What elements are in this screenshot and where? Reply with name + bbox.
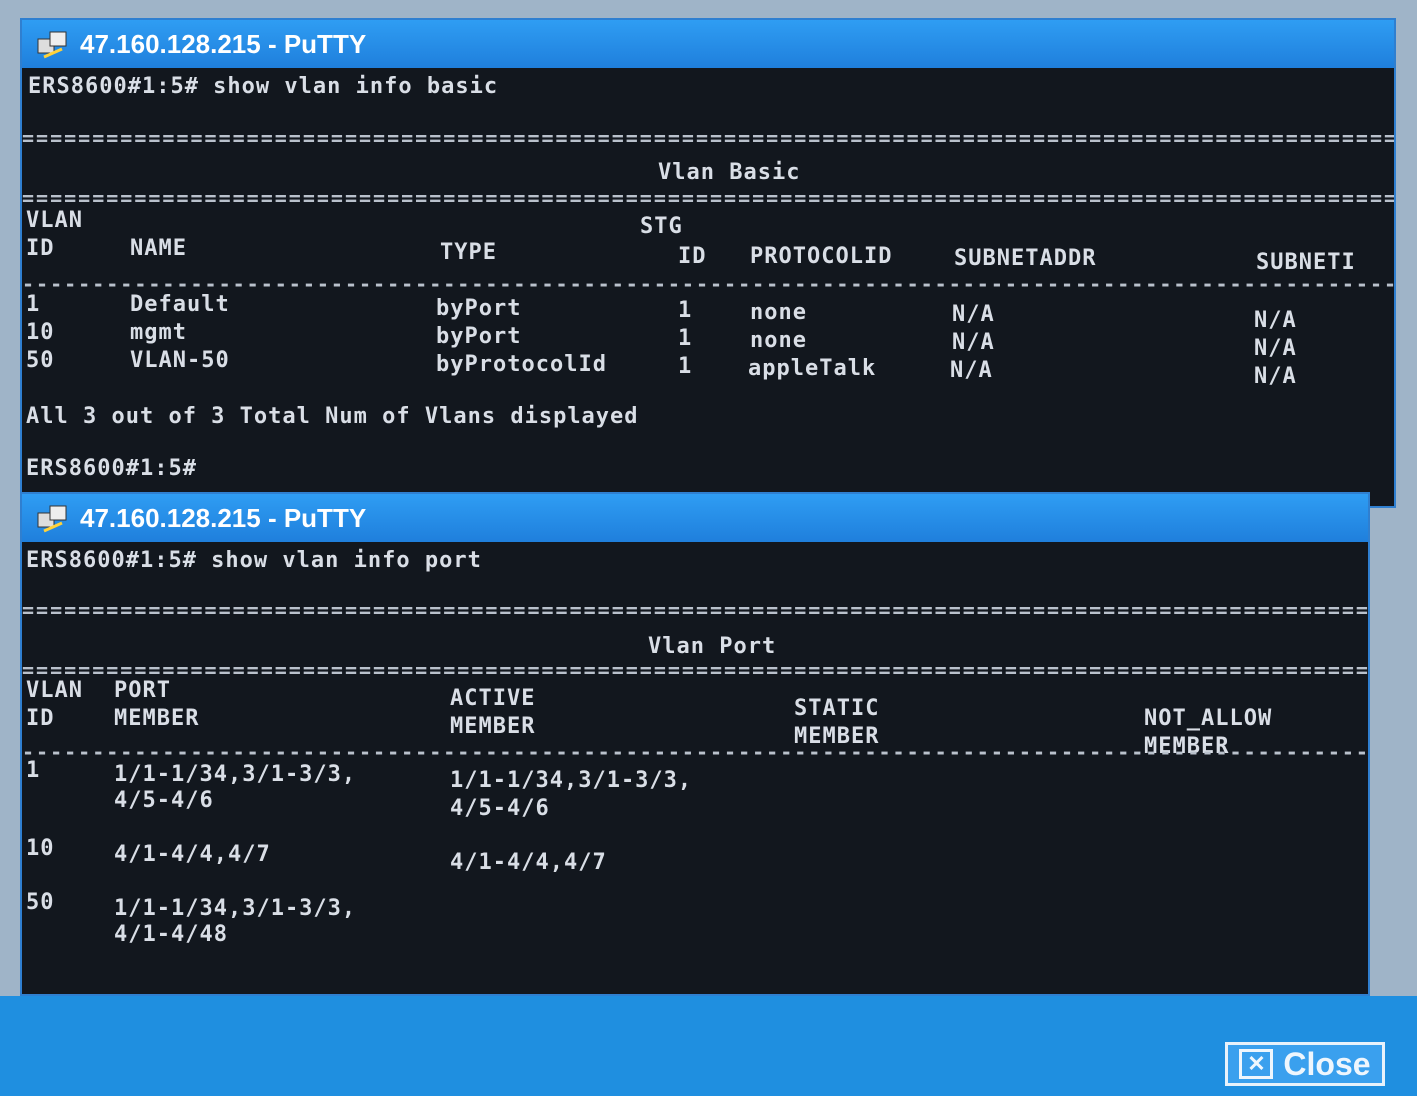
vlan-type: byPort [436, 324, 522, 349]
active-member: 1/1-1/34,3/1-3/3, [450, 768, 693, 793]
port-member: 1/1-1/34,3/1-3/3, [114, 762, 357, 787]
vlan-id: 50 [26, 348, 55, 373]
putty-window-port[interactable]: 47.160.128.215 - PuTTY ERS8600#1:5# show… [20, 492, 1370, 996]
col-stg-id: ID [678, 244, 707, 269]
separator: ========================================… [22, 126, 1394, 150]
vlan-mask: N/A [1254, 308, 1297, 333]
col-id: ID [26, 236, 55, 261]
vlan-type: byPort [436, 296, 522, 321]
summary-line: All 3 out of 3 Total Num of Vlans displa… [26, 404, 639, 429]
section-title: Vlan Basic [658, 160, 801, 185]
vlan-type: byProtocolId [436, 352, 607, 377]
section-title: Vlan Port [648, 634, 777, 659]
port-member: 4/1-4/4,4/7 [114, 842, 271, 867]
vlan-protocol: appleTalk [748, 356, 877, 381]
prompt-line: ERS8600#1:5# [26, 456, 197, 481]
window-title: 47.160.128.215 - PuTTY [80, 28, 367, 59]
vlan-subnet: N/A [952, 330, 995, 355]
command-line: ERS8600#1:5# show vlan info port [26, 548, 482, 573]
close-button[interactable]: ✕ Close [1225, 1042, 1385, 1086]
col-port-member: MEMBER [114, 706, 200, 731]
vlan-id: 1 [26, 292, 41, 317]
col-protocolid: PROTOCOLID [750, 244, 893, 269]
vlan-id: 10 [26, 320, 55, 345]
vlan-subnet: N/A [952, 302, 995, 327]
separator: ========================================… [22, 186, 1394, 210]
putty-icon [36, 503, 70, 533]
port-member: 1/1-1/34,3/1-3/3, [114, 896, 357, 921]
col-static: STATIC [794, 696, 880, 721]
separator: ----------------------------------------… [22, 740, 1368, 764]
vlan-stg: 1 [678, 298, 693, 323]
active-member: 4/5-4/6 [450, 796, 550, 821]
port-member: 4/1-4/48 [114, 922, 228, 947]
col-vlan: VLAN [26, 208, 83, 233]
dialog-footer: ✕ Close [0, 996, 1417, 1096]
vlan-name: VLAN-50 [130, 348, 230, 373]
col-vlan: VLAN [26, 678, 83, 703]
vlan-subnet: N/A [950, 358, 993, 383]
col-stg: STG [640, 214, 683, 239]
vlan-protocol: none [750, 328, 807, 353]
vlan-protocol: none [750, 300, 807, 325]
vlan-id: 50 [26, 890, 55, 915]
vlan-name: Default [130, 292, 230, 317]
vlan-mask: N/A [1254, 364, 1297, 389]
port-member: 4/5-4/6 [114, 788, 214, 813]
terminal-area[interactable]: ERS8600#1:5# show vlan info basic ======… [22, 68, 1394, 506]
col-port: PORT [114, 678, 171, 703]
separator: ========================================… [22, 598, 1368, 622]
close-icon: ✕ [1239, 1049, 1274, 1079]
title-bar[interactable]: 47.160.128.215 - PuTTY [22, 494, 1368, 542]
title-bar[interactable]: 47.160.128.215 - PuTTY [22, 20, 1394, 68]
close-button-label: Close [1283, 1045, 1371, 1082]
separator: ========================================… [22, 658, 1368, 682]
vlan-id: 10 [26, 836, 55, 861]
vlan-id: 1 [26, 758, 41, 783]
col-subnetaddr: SUBNETADDR [954, 246, 1097, 271]
vlan-mask: N/A [1254, 336, 1297, 361]
col-notallow: NOT_ALLOW [1144, 706, 1273, 731]
putty-icon [36, 29, 70, 59]
col-id: ID [26, 706, 55, 731]
col-type: TYPE [440, 240, 497, 265]
active-member: 4/1-4/4,4/7 [450, 850, 607, 875]
terminal-area[interactable]: ERS8600#1:5# show vlan info port =======… [22, 542, 1368, 994]
col-active: ACTIVE [450, 686, 536, 711]
window-title: 47.160.128.215 - PuTTY [80, 502, 367, 533]
command-line: ERS8600#1:5# show vlan info basic [28, 74, 499, 99]
col-active-member: MEMBER [450, 714, 536, 739]
vlan-stg: 1 [678, 326, 693, 351]
vlan-stg: 1 [678, 354, 693, 379]
col-name: NAME [130, 236, 187, 261]
putty-window-basic[interactable]: 47.160.128.215 - PuTTY ERS8600#1:5# show… [20, 18, 1396, 508]
vlan-name: mgmt [130, 320, 187, 345]
